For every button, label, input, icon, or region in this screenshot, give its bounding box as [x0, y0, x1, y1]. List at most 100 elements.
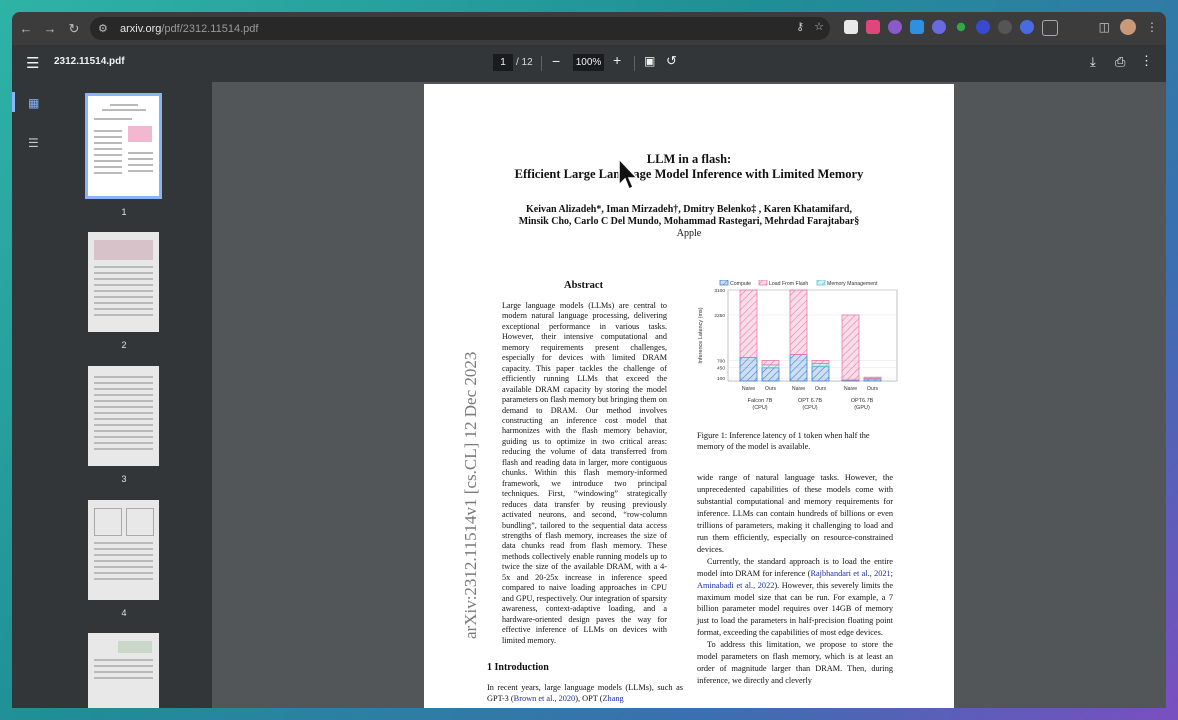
thumbnail-label: 3: [121, 474, 127, 484]
y-axis-label: Inference Latency (ms): [698, 307, 704, 363]
bar-segment-load: [739, 289, 758, 358]
citation-link[interactable]: Brown et al., 2020: [514, 694, 576, 703]
authors-line: Minsik Cho, Carlo C Del Mundo, Mohammad …: [518, 216, 860, 227]
paper-subtitle: Efficient Large Language Model Inference…: [514, 167, 864, 181]
browser-menu-icon[interactable]: ⋮: [1146, 20, 1158, 34]
abstract-text: Large language models (LLMs) are central…: [502, 301, 667, 645]
thumbnail-label: 4: [121, 608, 127, 618]
legend-swatch: [816, 280, 826, 286]
pdf-toolbar: ☰ 2312.11514.pdf 1 / 12 − 100% + ▣ ↺ ⤓ ⎙…: [12, 45, 1166, 82]
extension-icon[interactable]: [844, 20, 858, 34]
browser-window: ← → ↻ ⚙ arxiv.org/pdf/2312.11514.pdf ⚷ ☆…: [12, 12, 1166, 708]
y-tick-label: 700: [717, 358, 725, 364]
rotate-icon[interactable]: ↺: [666, 53, 677, 69]
puzzle-extensions-icon[interactable]: [1042, 20, 1058, 36]
affiliation: Apple: [676, 228, 702, 239]
group-label: Falcon 7B: [748, 398, 773, 404]
password-key-icon[interactable]: ⚷: [796, 20, 804, 33]
intro-paragraph: In recent years, large language models (…: [487, 683, 683, 703]
extension-icon[interactable]: [998, 20, 1012, 34]
browser-toolbar: ← → ↻ ⚙ arxiv.org/pdf/2312.11514.pdf ⚷ ☆…: [12, 12, 1166, 45]
group-label: OPT6.7B: [851, 398, 874, 404]
authors-line: Keivan Alizadeh*, Iman Mirzadeh†, Dmitry…: [526, 204, 852, 215]
pdf-page: LLM in a flash: Efficient Large Language…: [424, 84, 954, 708]
address-bar[interactable]: ⚙ arxiv.org/pdf/2312.11514.pdf ⚷ ☆: [90, 17, 830, 40]
pdf-filename: 2312.11514.pdf: [54, 56, 125, 67]
avatar[interactable]: [1120, 19, 1136, 35]
paper-title: LLM in a flash:: [646, 152, 732, 166]
x-tick-label: Naive: [742, 386, 755, 392]
extensions-bar: [844, 20, 1058, 36]
x-tick-label: Naive: [844, 386, 857, 392]
page-thumbnail-2[interactable]: [88, 232, 159, 332]
side-panel-icon[interactable]: ◫: [1099, 20, 1110, 34]
bar-segment-compute: [739, 357, 758, 382]
fit-page-icon[interactable]: ▣: [644, 54, 655, 68]
thumbnail-sidebar: ▦ ☰ 1 2 3 4: [12, 82, 212, 708]
download-icon[interactable]: ⤓: [1090, 54, 1096, 70]
extension-icon[interactable]: [888, 20, 902, 34]
extension-icon[interactable]: [976, 20, 990, 34]
extension-icon[interactable]: [1020, 20, 1034, 34]
paragraph: To address this limitation, we propose t…: [697, 640, 893, 686]
bar-segment-compute: [811, 365, 830, 382]
more-options-icon[interactable]: ⋮: [1140, 53, 1153, 69]
page-number-input[interactable]: 1: [493, 54, 513, 71]
thumbnails-view-icon[interactable]: ▦: [28, 96, 39, 110]
zoom-in-icon[interactable]: +: [613, 52, 621, 68]
bar-segment-load: [761, 360, 780, 366]
x-tick-label: Naive: [792, 386, 805, 392]
thumbnail-label: 1: [121, 207, 127, 217]
thumbnail-label: 2: [121, 340, 127, 350]
print-icon[interactable]: ⎙: [1115, 54, 1125, 70]
mouse-cursor-icon: [618, 158, 638, 191]
extension-icon[interactable]: [932, 20, 946, 34]
y-tick-label: 100: [717, 376, 725, 382]
extension-icon[interactable]: [956, 22, 966, 32]
citation-link[interactable]: Zhang: [602, 694, 623, 703]
bar-segment-compute: [789, 354, 808, 382]
page-thumbnail-3[interactable]: [88, 366, 159, 466]
extension-icon[interactable]: [866, 20, 880, 34]
legend-label: Compute: [730, 281, 751, 287]
legend-swatch: [758, 280, 768, 286]
x-tick-label: Ours: [867, 386, 879, 392]
divider: [541, 56, 542, 71]
y-tick-label: 3100: [714, 288, 725, 294]
extension-icon[interactable]: [910, 20, 924, 34]
legend-label: Memory Management: [827, 281, 878, 287]
hamburger-menu-icon[interactable]: ☰: [26, 54, 39, 72]
site-settings-icon[interactable]: ⚙: [98, 22, 116, 35]
forward-arrow-icon[interactable]: →: [38, 17, 62, 41]
bookmark-star-icon[interactable]: ☆: [814, 20, 824, 33]
paragraph: wide range of natural language tasks. Ho…: [697, 473, 893, 554]
latency-chart: Compute Load From Flash Memory Management 1…: [698, 280, 898, 411]
page-thumbnail-4[interactable]: [88, 500, 159, 600]
x-tick-label: Ours: [765, 386, 777, 392]
bar-segment-load: [811, 360, 830, 364]
divider: [634, 56, 635, 71]
right-column-text: wide range of natural language tasks. Ho…: [697, 472, 893, 687]
y-tick-label: 2250: [714, 313, 725, 319]
y-tick-label: 450: [717, 366, 725, 372]
outline-view-icon[interactable]: ☰: [28, 136, 39, 150]
figure-caption: Figure 1: Inference latency of 1 token w…: [697, 431, 870, 451]
abstract-heading: Abstract: [564, 280, 604, 291]
page-thumbnail-5[interactable]: [88, 633, 159, 708]
zoom-input[interactable]: 100%: [573, 54, 604, 71]
selected-indicator: [12, 92, 15, 112]
citation-link[interactable]: Rajbhandari et al., 2021: [810, 569, 890, 578]
paragraph: Currently, the standard approach is to l…: [697, 556, 893, 638]
reload-icon[interactable]: ↻: [62, 17, 86, 41]
bar-segment-load: [789, 289, 808, 355]
group-label: (CPU): [802, 405, 817, 411]
back-arrow-icon[interactable]: ←: [14, 17, 38, 41]
zoom-out-icon[interactable]: −: [552, 53, 560, 69]
citation-link[interactable]: Aminabadi et al., 2022: [697, 581, 774, 590]
group-label: OPT 6.7B: [798, 398, 822, 404]
legend-label: Load From Flash: [769, 281, 808, 287]
x-tick-label: Ours: [815, 386, 827, 392]
group-label: (GPU): [854, 405, 870, 411]
page-thumbnail-1[interactable]: [85, 93, 162, 199]
url-text: arxiv.org/pdf/2312.11514.pdf: [120, 22, 259, 35]
